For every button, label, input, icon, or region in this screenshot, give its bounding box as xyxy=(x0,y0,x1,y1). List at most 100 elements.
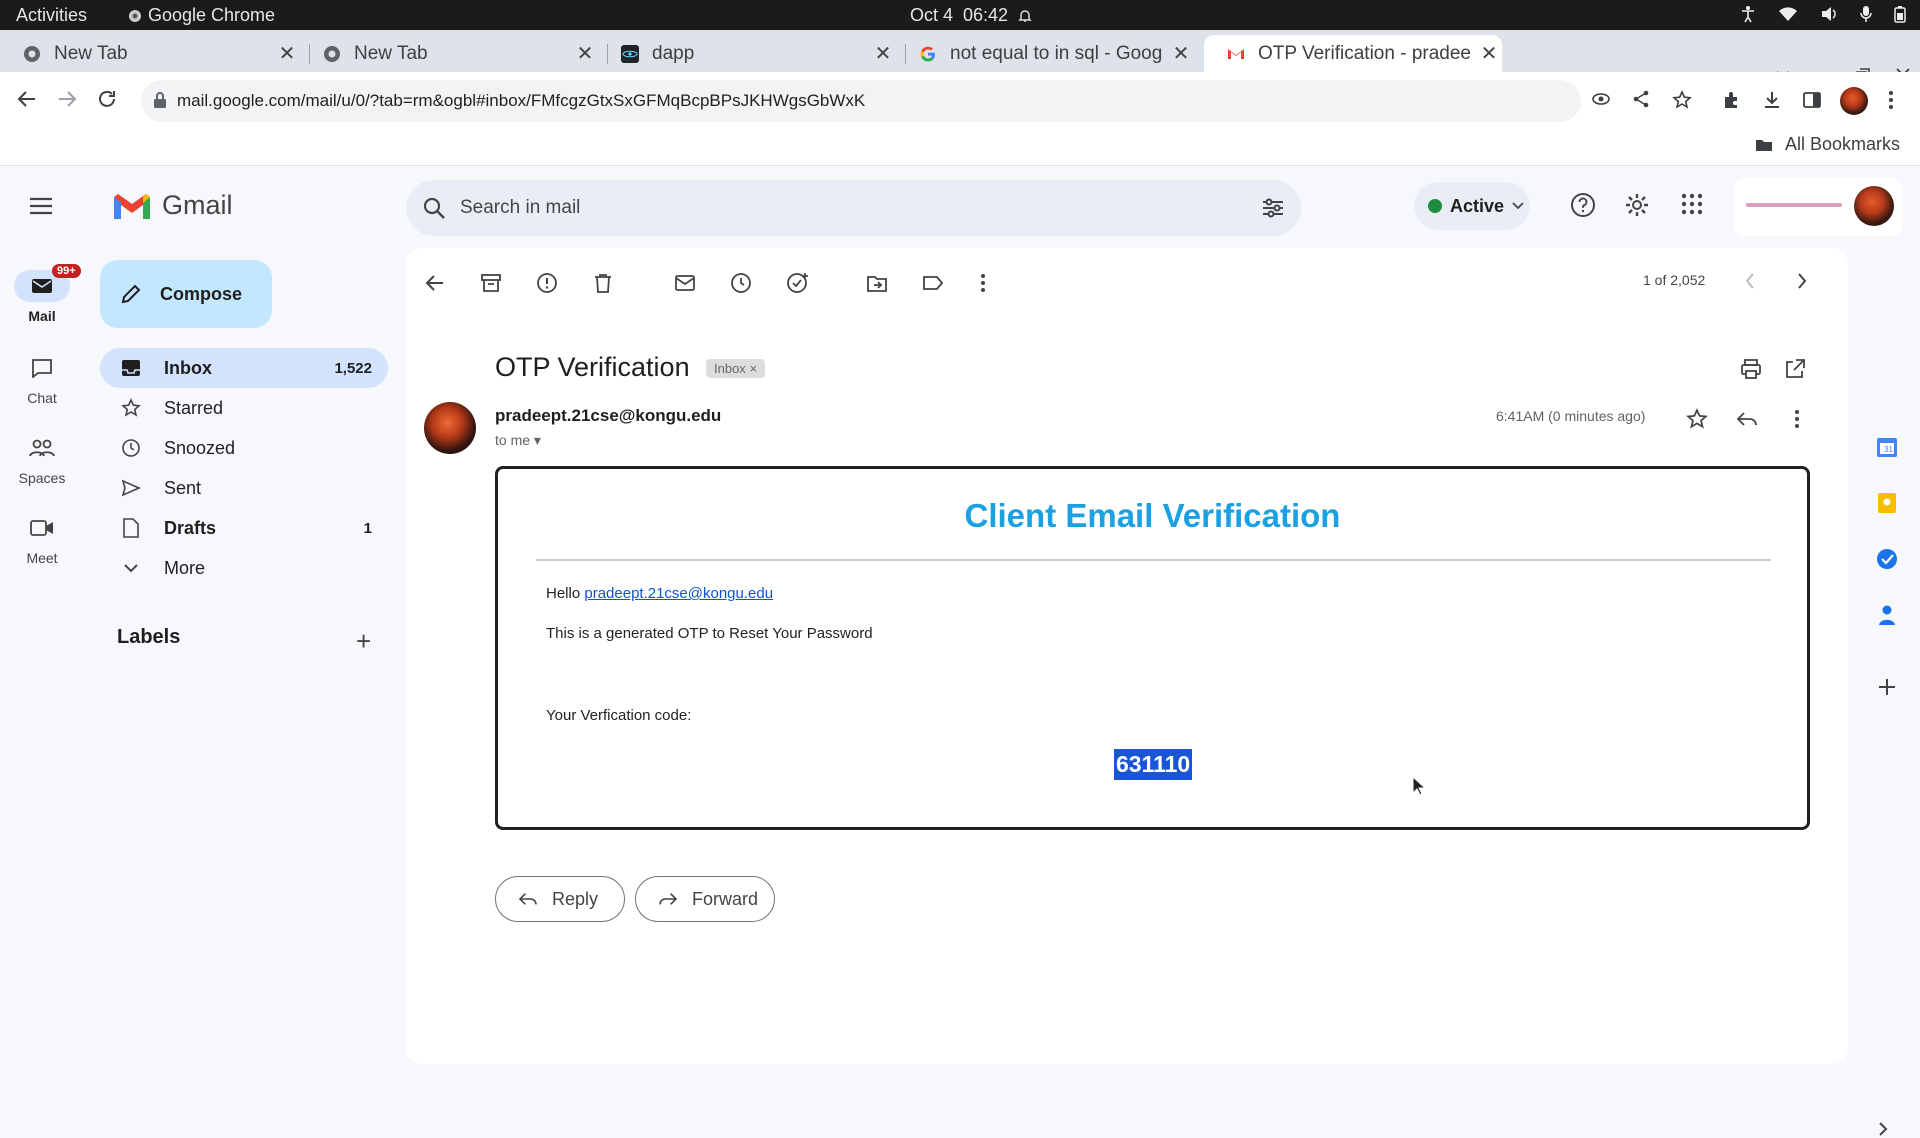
tasks-icon[interactable] xyxy=(1876,548,1898,570)
back-to-inbox-icon[interactable] xyxy=(424,272,446,294)
compose-label: Compose xyxy=(160,283,243,304)
remove-label-icon[interactable]: × xyxy=(749,361,757,376)
bookmark-star-icon[interactable] xyxy=(1672,90,1692,110)
nav-sent[interactable]: Sent xyxy=(100,468,388,508)
lock-icon[interactable] xyxy=(153,91,167,109)
add-task-icon[interactable] xyxy=(786,272,810,294)
wifi-icon xyxy=(1779,7,1797,21)
clock[interactable]: Oct 4 06:42 xyxy=(910,5,1032,26)
forward-button[interactable]: Forward xyxy=(635,876,775,922)
forward-icon[interactable] xyxy=(56,88,78,110)
chip-label: Inbox xyxy=(714,361,746,376)
calendar-icon[interactable]: 31 xyxy=(1876,436,1898,458)
labels-heading: Labels xyxy=(117,626,181,648)
add-addon-icon[interactable] xyxy=(1876,676,1898,698)
delete-trash-icon[interactable] xyxy=(592,272,614,294)
back-icon[interactable] xyxy=(16,88,38,110)
account-switcher[interactable] xyxy=(1734,178,1902,236)
filter-options-icon[interactable] xyxy=(1261,196,1285,220)
snooze-clock-icon[interactable] xyxy=(730,272,752,294)
mail-icon xyxy=(32,279,52,293)
download-icon[interactable] xyxy=(1762,90,1782,110)
eye-icon[interactable] xyxy=(1592,90,1610,108)
nav-snoozed[interactable]: Snoozed xyxy=(100,428,388,468)
star-icon xyxy=(121,398,141,417)
report-spam-icon[interactable] xyxy=(536,272,558,294)
nav-drafts[interactable]: Drafts 1 xyxy=(100,508,388,548)
nav-starred[interactable]: Starred xyxy=(100,388,388,428)
inbox-icon xyxy=(122,360,140,376)
rail-label: Spaces xyxy=(18,470,66,486)
apps-grid-icon[interactable] xyxy=(1680,192,1704,216)
tab-new-tab-1[interactable]: New Tab ✕ xyxy=(0,35,300,72)
sender-email[interactable]: pradeept.21cse@kongu.edu xyxy=(495,406,721,426)
tab-otp-verification[interactable]: OTP Verification - pradee ✕ xyxy=(1204,35,1502,72)
search-input[interactable]: Search in mail xyxy=(460,197,580,219)
close-tab-icon[interactable]: ✕ xyxy=(274,41,300,66)
address-bar[interactable]: mail.google.com/mail/u/0/?tab=rm&ogbl#in… xyxy=(141,80,1581,122)
tab-new-tab-2[interactable]: New Tab ✕ xyxy=(300,35,598,72)
open-new-window-icon[interactable] xyxy=(1784,358,1806,380)
google-icon xyxy=(920,46,935,61)
close-tab-icon[interactable]: ✕ xyxy=(572,41,598,66)
help-icon[interactable] xyxy=(1570,192,1596,218)
move-to-folder-icon[interactable] xyxy=(866,272,888,294)
add-label-button[interactable]: + xyxy=(356,626,371,657)
more-vert-icon[interactable] xyxy=(1888,90,1894,110)
more-vert-icon[interactable] xyxy=(1794,408,1800,430)
more-vert-icon[interactable] xyxy=(980,272,986,294)
extensions-icon[interactable] xyxy=(1722,90,1742,110)
nav-label: Inbox xyxy=(164,357,212,378)
side-panel-icon[interactable] xyxy=(1802,90,1822,110)
close-tab-icon[interactable]: ✕ xyxy=(1168,41,1194,66)
os-top-bar: Activities Google Chrome Oct 4 06:42 xyxy=(0,0,1920,30)
close-tab-icon[interactable]: ✕ xyxy=(870,41,896,66)
email-view: 1 of 2,052 OTP Verification Inbox × prad… xyxy=(406,248,1848,1064)
hamburger-menu-icon[interactable] xyxy=(28,196,54,216)
search-icon[interactable] xyxy=(422,196,446,220)
nav-more[interactable]: More xyxy=(100,548,388,588)
tab-dapp[interactable]: dapp ✕ xyxy=(598,35,896,72)
keep-icon[interactable] xyxy=(1876,492,1898,514)
mark-unread-icon[interactable] xyxy=(674,272,696,294)
show-side-panel-chevron-icon[interactable] xyxy=(1876,1120,1890,1138)
older-chevron-right-icon[interactable] xyxy=(1796,272,1808,290)
search-bar[interactable]: Search in mail xyxy=(406,180,1301,236)
nav-label: Drafts xyxy=(164,517,217,538)
system-tray[interactable] xyxy=(1740,5,1906,23)
activities-button[interactable]: Activities xyxy=(16,5,87,26)
tab-google-search[interactable]: not equal to in sql - Goog ✕ xyxy=(896,35,1194,72)
all-bookmarks-button[interactable]: All Bookmarks xyxy=(1755,134,1900,155)
forward-icon xyxy=(659,893,678,905)
profile-avatar[interactable] xyxy=(1840,87,1868,115)
compose-button[interactable]: Compose xyxy=(100,260,272,328)
app-menu[interactable]: Google Chrome xyxy=(128,5,275,26)
nav-label: Sent xyxy=(164,477,202,498)
rail-meet[interactable]: Meet xyxy=(0,512,84,566)
reload-icon[interactable] xyxy=(96,88,118,110)
rail-mail[interactable]: 99+ Mail xyxy=(0,264,84,324)
rail-chat[interactable]: Chat xyxy=(0,352,84,406)
reply-button[interactable]: Reply xyxy=(495,876,625,922)
status-dropdown[interactable]: Active xyxy=(1414,182,1530,230)
reply-icon[interactable] xyxy=(1736,410,1758,428)
otp-code[interactable]: 631110 xyxy=(1114,749,1193,780)
newer-chevron-left-icon[interactable] xyxy=(1744,272,1756,290)
inbox-label-chip[interactable]: Inbox × xyxy=(706,359,766,378)
recipient-details[interactable]: to me ▾ xyxy=(495,432,541,449)
archive-icon[interactable] xyxy=(480,272,502,294)
label-tag-icon[interactable] xyxy=(922,272,944,294)
settings-gear-icon[interactable] xyxy=(1624,192,1650,218)
contacts-icon[interactable] xyxy=(1876,604,1898,626)
nav-inbox[interactable]: Inbox 1,522 xyxy=(100,348,388,388)
gmail-logo[interactable]: Gmail xyxy=(112,190,233,221)
close-tab-icon[interactable]: ✕ xyxy=(1476,41,1502,66)
sender-avatar[interactable] xyxy=(424,402,476,454)
star-icon[interactable] xyxy=(1686,408,1708,430)
rail-spaces[interactable]: Spaces xyxy=(0,432,84,486)
account-avatar[interactable] xyxy=(1854,186,1894,226)
share-icon[interactable] xyxy=(1632,90,1650,108)
email-link[interactable]: pradeept.21cse@kongu.edu xyxy=(584,585,773,602)
chrome-icon xyxy=(129,9,141,22)
print-icon[interactable] xyxy=(1740,358,1762,380)
